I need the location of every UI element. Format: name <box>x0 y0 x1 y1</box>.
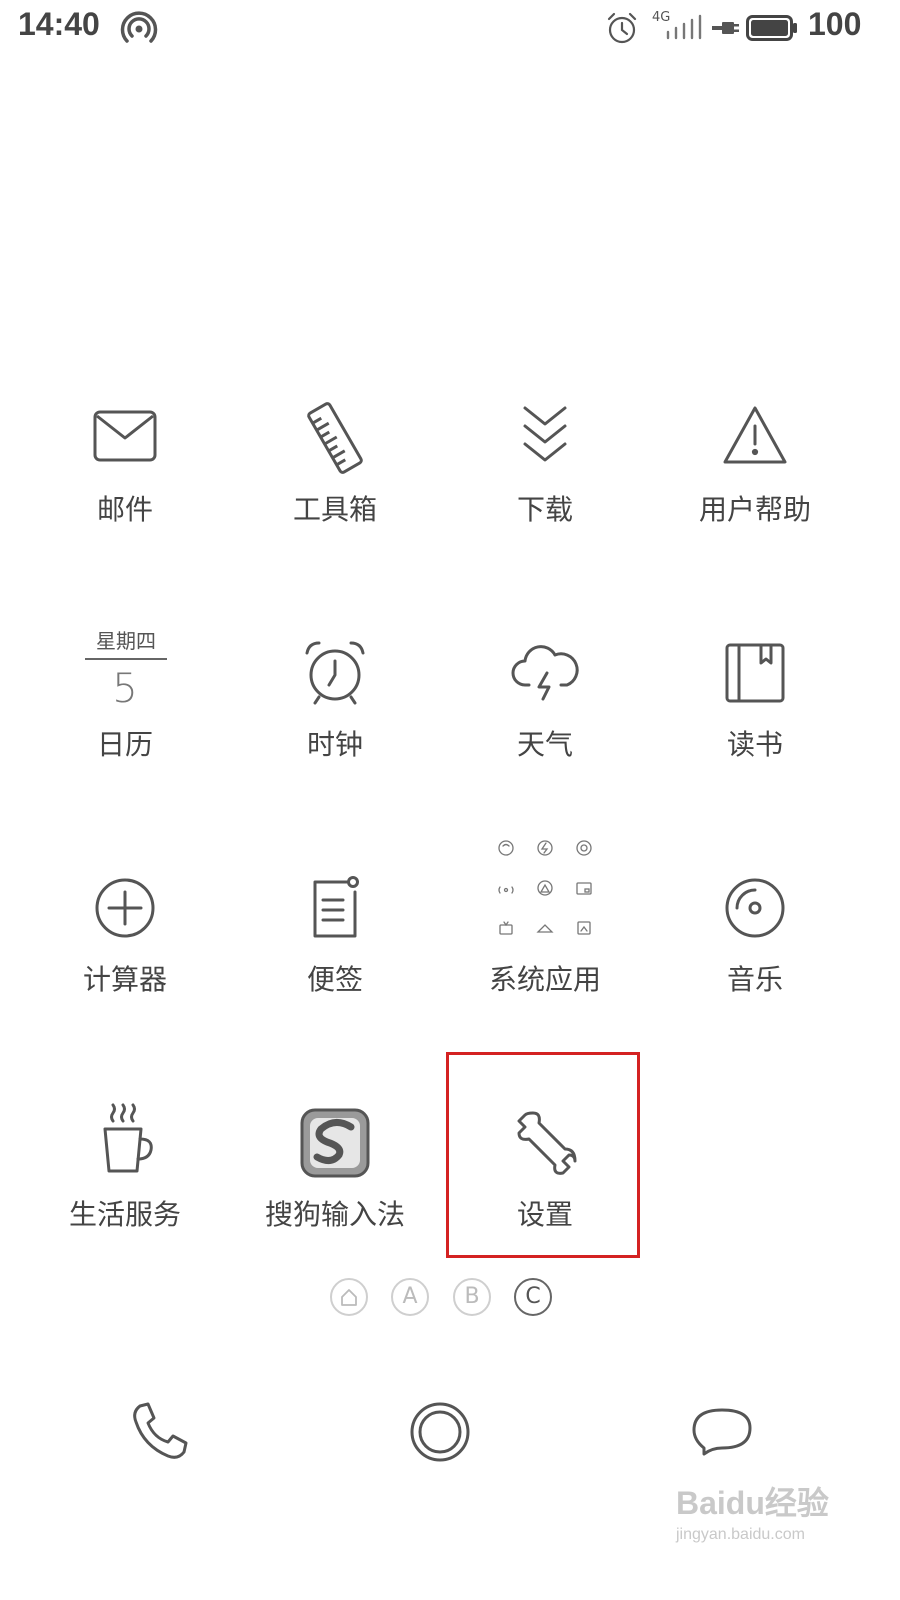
app-notes[interactable]: 便签 <box>230 848 440 1048</box>
wrench-icon <box>505 1103 585 1183</box>
app-label: 系统应用 <box>488 963 601 996</box>
app-sogou-input[interactable]: 搜狗输入法 <box>230 1083 440 1283</box>
calendar-day: 5 <box>112 666 138 712</box>
phone-icon <box>133 1402 188 1459</box>
home-icon <box>341 1289 357 1306</box>
app-toolbox[interactable]: 工具箱 <box>230 378 440 578</box>
hotspot-icon <box>120 8 158 46</box>
app-label: 生活服务 <box>68 1198 181 1231</box>
app-label: 工具箱 <box>292 493 377 526</box>
note-icon <box>295 868 375 948</box>
page-dot-home[interactable] <box>330 1278 368 1316</box>
app-label: 音乐 <box>726 963 783 996</box>
app-label: 计算器 <box>82 963 167 996</box>
app-clock[interactable]: 时钟 <box>230 613 440 813</box>
app-label: 设置 <box>516 1198 573 1231</box>
app-weather[interactable]: 天气 <box>440 613 650 813</box>
app-system-apps[interactable]: 系统应用 <box>440 840 650 1048</box>
status-time: 14:40 <box>18 6 100 42</box>
alarm-clock-icon <box>295 633 375 713</box>
app-label: 用户帮助 <box>698 493 811 526</box>
watermark-url: jingyan.baidu.com <box>676 1526 805 1543</box>
home-button-icon <box>410 1402 470 1462</box>
app-label: 搜狗输入法 <box>264 1198 405 1231</box>
page-dot-a[interactable]: A <box>391 1278 429 1316</box>
battery-level: 100 <box>808 6 862 42</box>
app-music[interactable]: 音乐 <box>650 848 860 1048</box>
app-label: 下载 <box>516 493 573 526</box>
status-bar: 14:40 4G 100 <box>0 0 900 56</box>
app-label: 天气 <box>516 728 573 761</box>
app-settings[interactable]: 设置 <box>440 1083 650 1283</box>
warning-icon <box>715 398 795 478</box>
page-dot-c[interactable]: C <box>514 1278 552 1316</box>
watermark-brand: Baidu经验 <box>676 1485 829 1521</box>
battery-icon <box>746 14 798 42</box>
calendar-icon: 星期四 5 <box>85 625 167 721</box>
app-label: 便签 <box>306 963 363 996</box>
book-icon <box>715 633 795 713</box>
app-label: 日历 <box>96 728 153 761</box>
message-icon <box>692 1408 752 1456</box>
dock-messages[interactable] <box>682 1392 762 1472</box>
dock-home-button[interactable] <box>400 1392 480 1472</box>
coffee-cup-icon <box>85 1103 165 1183</box>
app-download[interactable]: 下载 <box>440 378 650 578</box>
baidu-watermark: Baidu经验 jingyan.baidu.com <box>676 1478 876 1568</box>
dock-phone[interactable] <box>118 1392 198 1472</box>
alarm-status-icon <box>604 10 640 46</box>
mail-icon <box>85 398 165 478</box>
page-dot-b[interactable]: B <box>453 1278 491 1316</box>
app-life-services[interactable]: 生活服务 <box>20 1083 230 1283</box>
charging-icon <box>712 16 742 40</box>
app-label: 邮件 <box>96 493 153 526</box>
app-calendar[interactable]: 星期四 5 日历 <box>20 613 230 813</box>
app-reading[interactable]: 读书 <box>650 613 860 813</box>
calendar-weekday: 星期四 <box>85 625 167 660</box>
app-folder-icon <box>485 834 605 954</box>
app-label: 时钟 <box>306 728 363 761</box>
sogou-logo-icon <box>295 1103 375 1183</box>
plus-circle-icon <box>85 868 165 948</box>
app-user-help[interactable]: 用户帮助 <box>650 378 860 578</box>
app-mail[interactable]: 邮件 <box>20 378 230 578</box>
cloud-lightning-icon <box>505 633 585 713</box>
download-icon <box>505 398 585 478</box>
app-label: 读书 <box>726 728 783 761</box>
signal-icon <box>662 12 706 42</box>
disc-icon <box>715 868 795 948</box>
app-calculator[interactable]: 计算器 <box>20 848 230 1048</box>
ruler-icon <box>295 398 375 478</box>
